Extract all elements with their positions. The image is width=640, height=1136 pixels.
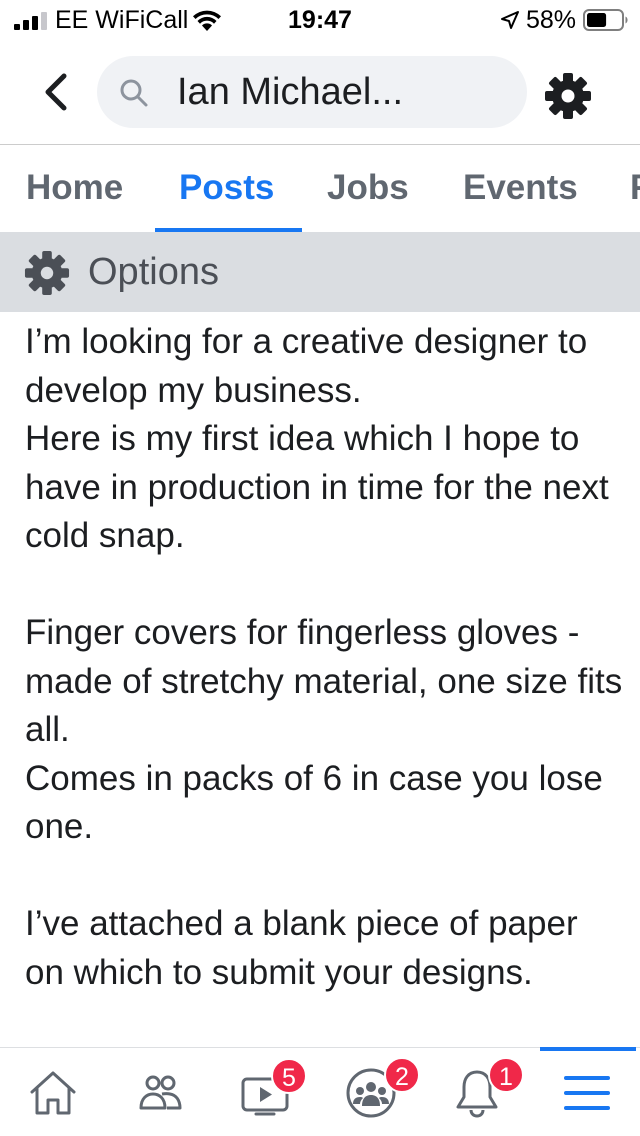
tab-bar: Home Posts Jobs Events F [0, 146, 640, 232]
nav-notifications[interactable]: 1 [424, 1048, 530, 1136]
tab-partial[interactable]: F [630, 168, 640, 208]
options-button[interactable]: Options [0, 232, 640, 312]
battery-icon [583, 9, 628, 31]
friends-icon [139, 1075, 182, 1110]
post-paragraph: Finger covers for fingerless gloves - ma… [25, 613, 623, 846]
gear-icon [24, 250, 70, 296]
nav-friends[interactable] [106, 1048, 212, 1136]
back-chevron-icon[interactable] [38, 70, 74, 114]
nav-home[interactable] [0, 1048, 106, 1136]
nav-watch[interactable]: 5 [212, 1048, 318, 1136]
tab-jobs[interactable]: Jobs [327, 168, 409, 208]
bottom-nav: 5 2 1 [0, 1047, 640, 1136]
gear-icon[interactable] [544, 72, 592, 120]
search-input[interactable]: Ian Michael... [97, 56, 527, 128]
watch-badge: 5 [271, 1058, 307, 1094]
post-paragraph: I’ve attached a blank piece of paper on … [25, 904, 578, 992]
nav-groups[interactable]: 2 [318, 1048, 424, 1136]
home-icon [30, 1071, 76, 1115]
tab-home[interactable]: Home [26, 168, 123, 208]
options-label: Options [88, 251, 219, 293]
tab-events[interactable]: Events [463, 168, 578, 208]
battery-percent: 58% [526, 6, 577, 34]
groups-badge: 2 [384, 1057, 420, 1093]
nav-menu[interactable] [534, 1048, 640, 1136]
status-bar: EE WiFiCall 19:47 58% [0, 0, 640, 42]
search-query: Ian Michael... [177, 71, 403, 113]
location-icon [501, 11, 519, 29]
post-text: I’m looking for a creative designer to d… [25, 318, 625, 997]
menu-icon [564, 1076, 610, 1110]
header: Ian Michael... [0, 42, 640, 145]
search-icon [120, 79, 148, 107]
post-paragraph: I’m looking for a creative designer to d… [25, 322, 609, 555]
notifications-badge: 1 [488, 1057, 524, 1093]
tab-posts[interactable]: Posts [179, 168, 274, 208]
